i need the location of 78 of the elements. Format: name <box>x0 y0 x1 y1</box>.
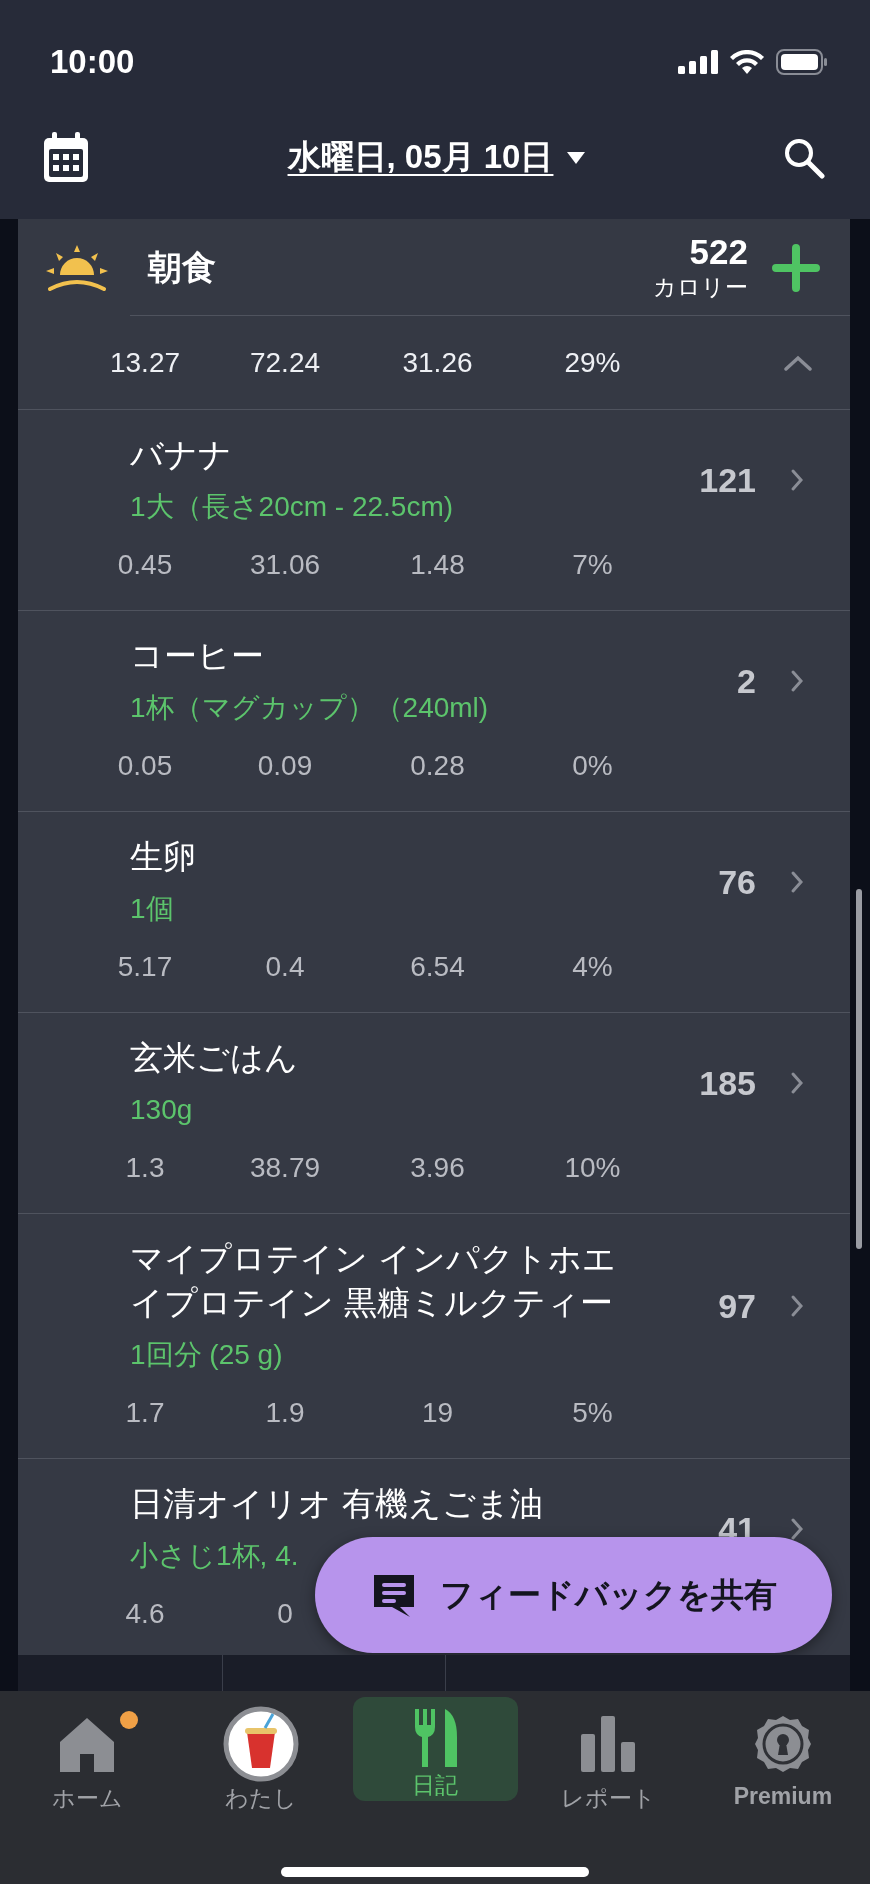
macro-value: 0% <box>571 749 614 783</box>
macro-value: 6.54 <box>409 950 466 984</box>
food-entry[interactable]: マイプロテイン インパクトホエイプロテイン 黒糖ミルクティー 1回分 (25 g) 97 1.7 1.9 19 5% <box>18 1214 850 1459</box>
macro-value: 38.79 <box>248 1151 322 1185</box>
serving-size: 1杯（マグカップ）（240ml) <box>130 691 490 725</box>
serving-size: 1個 <box>130 892 175 926</box>
chevron-right-icon <box>790 669 804 693</box>
tab[interactable]: ホーム <box>0 1697 175 1847</box>
house-icon <box>58 1716 117 1772</box>
macro-value: 0.4 <box>264 950 306 984</box>
food-calories: 185 <box>699 1063 756 1103</box>
macro-value: 0.09 <box>256 749 314 783</box>
serving-size: 1回分 (25 g) <box>130 1338 284 1372</box>
macro-value: 5% <box>571 1396 614 1430</box>
food-entry[interactable]: バナナ 1大（長さ20cm - 22.5cm) 121 0.45 31.06 1.48 7% <box>18 410 850 611</box>
status-time: 10:00 <box>50 42 135 81</box>
food-calories: 97 <box>718 1286 756 1326</box>
feedback-button[interactable]: フィードバックを共有 <box>315 1537 832 1653</box>
food-calories: 121 <box>699 460 756 500</box>
meal-calories: 522 <box>689 232 748 271</box>
food-entry[interactable]: 生卵 1個 76 5.17 0.4 6.54 4% <box>18 812 850 1013</box>
food-entry[interactable]: コーヒー 1杯（マグカップ）（240ml) 2 0.05 0.09 0.28 0% <box>18 611 850 812</box>
food-calories: 2 <box>737 661 756 701</box>
meal-title: 朝食 <box>148 245 217 289</box>
chevron-right-icon <box>790 1517 804 1541</box>
macro-value: 0.05 <box>116 749 174 783</box>
macro-value: 1.7 <box>124 1396 166 1430</box>
keyhole-seal-icon <box>753 1715 812 1773</box>
macro-value: 4% <box>571 950 614 984</box>
macro-value: 4.6 <box>124 1597 166 1631</box>
calories-label: カロリー <box>653 272 748 302</box>
bar-chart-icon <box>580 1716 637 1772</box>
food-name: 日清オイリオ 有機えごま油 <box>130 1483 545 1525</box>
macro-value: 0 <box>276 1597 294 1631</box>
serving-size: 1大（長さ20cm - 22.5cm) <box>130 490 455 524</box>
food-entry[interactable]: 玄米ごはん 130g 185 1.3 38.79 3.96 10% <box>18 1013 850 1214</box>
food-name: バナナ <box>130 434 233 476</box>
macro-value: 31.06 <box>248 548 322 582</box>
chevron-right-icon <box>790 468 804 492</box>
date-selector[interactable]: 水曜日, 05月 10日 <box>287 135 586 180</box>
macro-value: 1.48 <box>409 548 466 582</box>
serving-size: 小さじ1杯, 4. <box>130 1539 300 1573</box>
search-icon[interactable] <box>783 136 825 179</box>
tab[interactable]: 日記 <box>352 1697 518 1801</box>
macro-value: 0.45 <box>116 548 174 582</box>
food-name: マイプロテイン インパクトホエイプロテイン 黒糖ミルクティー <box>130 1238 618 1324</box>
macro-value: 19 <box>420 1396 455 1430</box>
sunrise-icon <box>46 244 108 291</box>
food-calories: 76 <box>718 862 756 902</box>
battery-icon <box>776 49 828 75</box>
tab[interactable]: レポート <box>521 1697 696 1847</box>
chevron-icon[interactable] <box>784 355 812 371</box>
macro-value: 7% <box>571 548 614 582</box>
total-value: 29% <box>563 346 622 380</box>
macro-value: 10% <box>563 1151 622 1185</box>
serving-size: 130g <box>130 1093 194 1127</box>
chevron-right-icon <box>790 1294 804 1318</box>
tab[interactable]: Premium <box>695 1697 870 1847</box>
chevron-right-icon <box>790 870 804 894</box>
avatar-icon <box>223 1706 300 1782</box>
tab[interactable]: わたし <box>174 1697 349 1847</box>
total-value: 13.27 <box>108 346 182 380</box>
food-name: コーヒー <box>130 635 265 677</box>
wifi-icon <box>730 50 764 74</box>
add-icon[interactable] <box>772 243 820 292</box>
macro-value: 5.17 <box>116 950 174 984</box>
total-value: 31.26 <box>401 346 474 380</box>
macro-value: 1.3 <box>124 1151 166 1185</box>
total-value: 72.24 <box>248 346 322 380</box>
calendar-icon[interactable] <box>42 131 90 184</box>
chevron-right-icon <box>790 1071 804 1095</box>
macro-value: 3.96 <box>409 1151 466 1185</box>
food-name: 玄米ごはん <box>130 1037 299 1079</box>
macro-value: 0.28 <box>409 749 466 783</box>
caret-icon <box>567 151 586 164</box>
macro-value: 1.9 <box>264 1396 306 1430</box>
food-name: 生卵 <box>130 836 197 878</box>
signal-icon <box>678 50 718 74</box>
